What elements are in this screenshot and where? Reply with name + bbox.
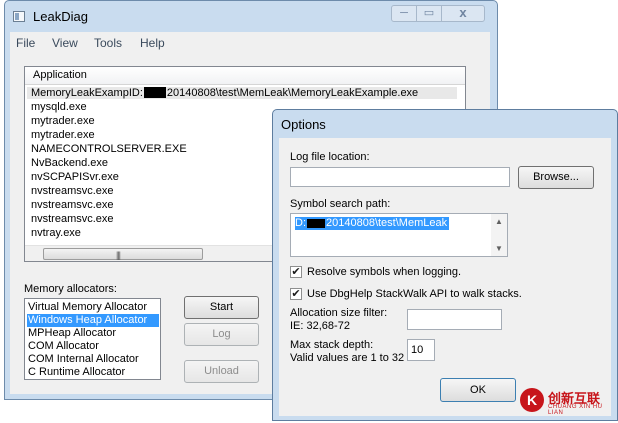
menu-bar: File View Tools Help <box>10 32 490 54</box>
menu-view[interactable]: View <box>52 36 78 50</box>
list-item[interactable]: nvstreamsvc.exe <box>31 213 114 225</box>
allocator-list[interactable]: Virtual Memory Allocator Windows Heap Al… <box>24 298 161 380</box>
symbol-path-scrollbar[interactable]: ▲ ▼ <box>491 214 507 256</box>
resolve-symbols-label: Resolve symbols when logging. <box>307 266 462 278</box>
ok-button[interactable]: OK <box>440 378 516 402</box>
symbol-path-selection: D: 20140808\test\MemLeak <box>295 217 450 230</box>
memory-allocators-label: Memory allocators: <box>24 283 117 295</box>
list-item[interactable]: nvstreamsvc.exe <box>31 185 114 197</box>
symbol-path-drive: D: <box>295 217 306 229</box>
list-item[interactable]: nvSCPAPISvr.exe <box>31 171 119 183</box>
column-application: Application <box>33 69 87 81</box>
alloc-filter-hint: IE: 32,68-72 <box>290 320 350 332</box>
unload-button[interactable]: Unload <box>184 360 259 383</box>
redacted-block <box>307 219 325 228</box>
log-button[interactable]: Log <box>184 323 259 346</box>
max-depth-label: Max stack depth: <box>290 339 374 351</box>
list-item-selected[interactable]: MemoryLeakExampID: 20140808\test\MemLeak\… <box>27 87 457 99</box>
dbghelp-label: Use DbgHelp StackWalk API to walk stacks… <box>307 288 522 300</box>
list-item[interactable]: NAMECONTROLSERVER.EXE <box>31 143 187 155</box>
window-title: LeakDiag <box>33 9 88 24</box>
scrollbar-thumb[interactable]: ||| <box>43 248 203 260</box>
symbol-path-label: Symbol search path: <box>290 198 391 210</box>
title-bar[interactable]: LeakDiag ─ ▭ x <box>5 1 497 31</box>
menu-file[interactable]: File <box>16 36 35 50</box>
options-dialog-title: Options <box>281 117 326 132</box>
allocator-item[interactable]: MPHeap Allocator <box>27 327 159 340</box>
maximize-button[interactable]: ▭ <box>416 5 442 22</box>
list-header-application[interactable]: Application <box>25 67 465 85</box>
log-file-input[interactable] <box>290 167 510 187</box>
selected-app-path: 20140808\test\MemLeak\MemoryLeakExample.… <box>166 87 419 99</box>
watermark: K 创新互联 CHUANG XIN HU LIAN <box>520 386 616 416</box>
symbol-path-rest: 20140808\test\MemLeak <box>326 217 448 229</box>
selected-app-name: MemoryLeakExampID: <box>31 87 143 99</box>
list-item[interactable]: NvBackend.exe <box>31 157 108 169</box>
list-item[interactable]: nvtray.exe <box>31 227 81 239</box>
app-icon <box>13 11 25 22</box>
list-item[interactable]: nvstreamsvc.exe <box>31 199 114 211</box>
menu-help[interactable]: Help <box>140 36 165 50</box>
watermark-logo-icon: K <box>520 388 544 412</box>
alloc-filter-label: Allocation size filter: <box>290 307 388 319</box>
grip-icon: ||| <box>116 250 121 260</box>
scroll-down-icon[interactable]: ▼ <box>495 244 503 253</box>
max-depth-input[interactable] <box>407 339 435 361</box>
list-item[interactable]: mytrader.exe <box>31 115 95 127</box>
list-item[interactable]: mysqld.exe <box>31 101 87 113</box>
max-depth-hint: Valid values are 1 to 32 <box>290 352 405 364</box>
browse-button[interactable]: Browse... <box>518 166 594 189</box>
allocator-item[interactable]: Virtual Memory Allocator <box>27 301 159 314</box>
scroll-up-icon[interactable]: ▲ <box>495 217 503 226</box>
start-button[interactable]: Start <box>184 296 259 319</box>
close-button[interactable]: x <box>441 5 485 22</box>
list-item[interactable]: mytrader.exe <box>31 129 95 141</box>
redacted-block <box>143 87 166 98</box>
allocator-item-selected[interactable]: Windows Heap Allocator <box>27 314 159 327</box>
symbol-path-textarea[interactable]: D: 20140808\test\MemLeak ▲ ▼ <box>290 213 508 257</box>
resolve-symbols-checkbox[interactable]: ✔ <box>290 266 302 278</box>
menu-tools[interactable]: Tools <box>94 36 122 50</box>
log-file-label: Log file location: <box>290 151 370 163</box>
minimize-button[interactable]: ─ <box>391 5 417 22</box>
allocator-item[interactable]: COM Internal Allocator <box>27 353 159 366</box>
allocator-item[interactable]: COM Allocator <box>27 340 159 353</box>
allocator-item[interactable]: C Runtime Allocator <box>27 366 159 379</box>
watermark-text-en: CHUANG XIN HU LIAN <box>548 404 603 416</box>
dbghelp-checkbox[interactable]: ✔ <box>290 288 302 300</box>
alloc-filter-input[interactable] <box>407 309 502 330</box>
